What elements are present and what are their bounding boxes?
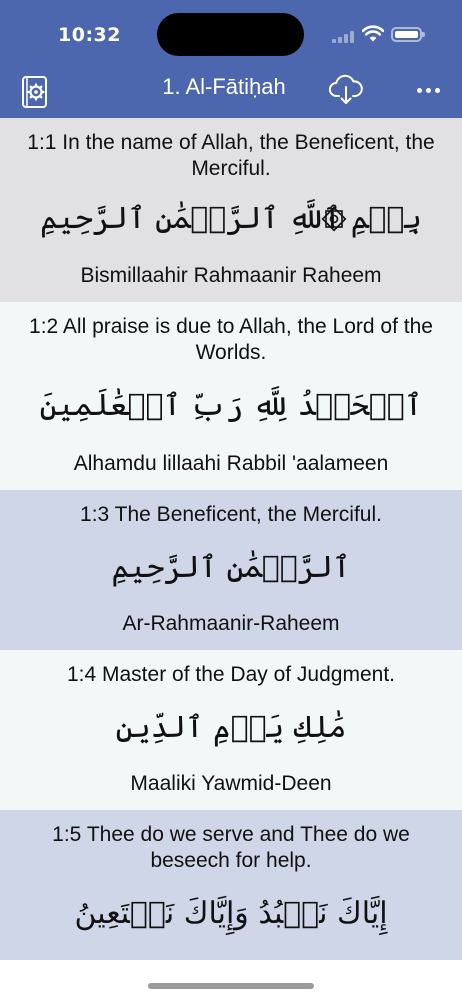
gear-book-icon[interactable] — [20, 75, 48, 109]
verse-translation: 1:5 Thee do we serve and Thee do we bese… — [52, 823, 410, 872]
verse-transliteration: Ar-Rahmaanir-Raheem — [122, 612, 340, 635]
verse-translation: 1:3 The Beneficent, the Merciful. — [80, 503, 382, 526]
battery-icon — [391, 27, 425, 42]
wifi-icon — [362, 25, 384, 42]
verse-item-4[interactable]: 1:4 Master of the Day of Judgment. مَٰلِ… — [0, 650, 462, 810]
more-horizontal-icon[interactable] — [410, 76, 446, 104]
status-bar: 10:32 — [0, 0, 462, 66]
verse-transliteration: Bismillaahir Rahmaanir Raheem — [80, 264, 382, 287]
cellular-signal-icon — [332, 31, 354, 43]
verse-item-2[interactable]: 1:2 All praise is due to Allah, the Lord… — [0, 302, 462, 490]
navigation-bar: 1. Al-Fātiḥah — [0, 66, 462, 118]
verse-transliteration: Maaliki Yawmid-Deen — [130, 772, 332, 795]
app-header: 10:32 1. Al-Fātiḥah — [0, 0, 462, 118]
home-indicator[interactable] — [148, 983, 314, 989]
verse-translation: 1:2 All praise is due to Allah, the Lord… — [29, 315, 433, 364]
status-time: 10:32 — [58, 24, 121, 46]
verse-arabic-text: مَٰلِكِ يَوۡمِ ٱلدِّينِ — [115, 710, 347, 745]
verse-transliteration: Alhamdu lillaahi Rabbil 'aalameen — [73, 452, 389, 475]
dynamic-island — [157, 13, 304, 56]
verse-item-1[interactable]: 1:1 In the name of Allah, the Beneficent… — [0, 118, 462, 302]
battery-level — [395, 31, 418, 38]
verse-list[interactable]: 1:1 In the name of Allah, the Beneficent… — [0, 118, 462, 960]
rub-el-hizb-icon — [321, 206, 347, 232]
verse-arabic-text: ٱلۡحَمۡدُ لِلَّهِ رَبِّ ٱلۡعَٰلَمِينَ — [39, 388, 423, 423]
verse-arabic-text: ٱلرَّحۡمَٰنِ ٱلرَّحِيمِ — [111, 550, 351, 585]
verse-item-5[interactable]: 1:5 Thee do we serve and Thee do we bese… — [0, 810, 462, 960]
verse-arabic-text: بِسۡمِ ٱللَّهِ ٱلرَّحۡمَٰنِ ٱلرَّحِيمِ — [40, 201, 422, 236]
cloud-download-icon[interactable] — [328, 74, 364, 106]
page-title: 1. Al-Fātiḥah — [162, 74, 286, 99]
verse-translation: 1:1 In the name of Allah, the Beneficent… — [27, 131, 435, 180]
verse-item-3[interactable]: 1:3 The Beneficent, the Merciful. ٱلرَّح… — [0, 490, 462, 650]
verse-translation: 1:4 Master of the Day of Judgment. — [66, 663, 395, 686]
verse-arabic-text: إِيَّاكَ نَعۡبُدُ وَإِيَّاكَ نَسۡتَعِينُ — [74, 896, 388, 931]
